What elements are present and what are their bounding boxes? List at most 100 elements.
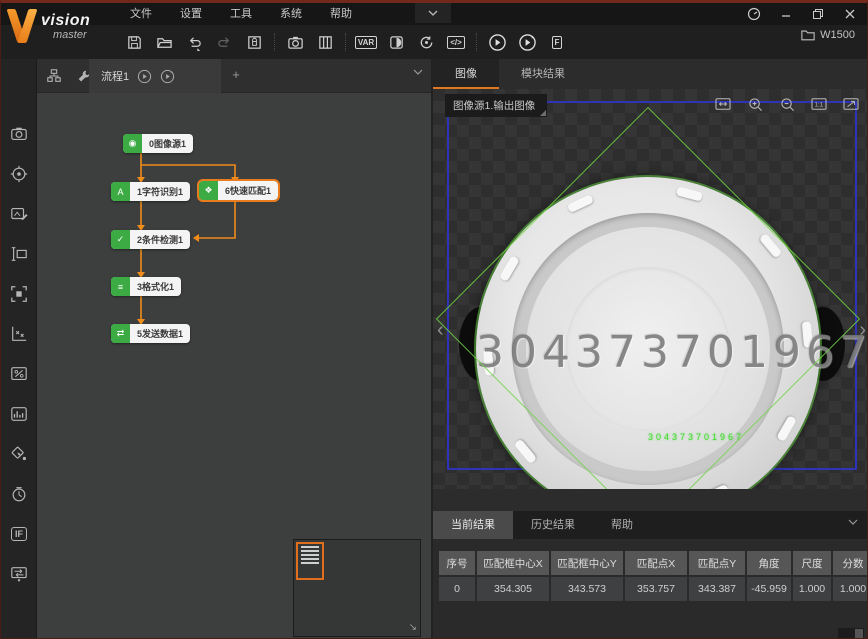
app-logo: vision master [7, 5, 115, 57]
result-table: 序号 匹配框中心X 匹配框中心Y 匹配点X 匹配点Y 角度 尺度 分数 0 35… [439, 551, 868, 603]
tab-help[interactable]: 帮助 [593, 511, 651, 539]
node-image-source[interactable]: ◉ 0图像源1 [123, 134, 193, 153]
image-edit-icon[interactable] [8, 203, 30, 225]
menu-bar: 文件 设置 工具 系统 帮助 [116, 3, 366, 25]
close-icon[interactable] [837, 4, 863, 24]
fit-image-icon[interactable] [712, 94, 734, 114]
window-controls [741, 3, 863, 25]
flow-canvas[interactable]: ◉ 0图像源1 A 1字符识别1 ❖ 6快速匹配1 ✓ 2条件检测1 ≡ 3格式… [37, 93, 431, 639]
redo-icon[interactable] [209, 28, 239, 56]
main-toolbar: VAR </> F [1, 25, 867, 59]
measure-icon[interactable] [8, 243, 30, 265]
minimap-resize-handle[interactable]: ↘ [409, 622, 417, 633]
table-header-row: 序号 匹配框中心X 匹配框中心Y 匹配点X 匹配点Y 角度 尺度 分数 [439, 551, 868, 575]
flow-run-once-icon[interactable] [137, 69, 152, 84]
flow-header: 流程1 + [37, 59, 431, 93]
result-tab-bar: 当前结果 历史结果 帮助 [433, 511, 868, 539]
target-location-icon[interactable] [8, 163, 30, 185]
tab-history-result[interactable]: 历史结果 [513, 511, 593, 539]
table-row[interactable]: 0 354.305 343.573 353.757 343.387 -45.95… [439, 577, 868, 601]
node-fast-match[interactable]: ❖ 6快速匹配1 [199, 181, 278, 200]
logo-line2: master [53, 29, 87, 41]
data-exchange-icon[interactable] [8, 563, 30, 585]
logo-line1: vision [41, 12, 90, 30]
scatter-chart-icon[interactable] [8, 323, 30, 345]
variables-icon[interactable]: VAR [351, 28, 381, 56]
flow-panel: 流程1 + [37, 59, 431, 639]
table-scrollbar[interactable] [838, 628, 864, 639]
add-flow-button[interactable]: + [227, 67, 245, 82]
result-view-panel: 图像 模块结果 图像源1.输出图像 1:1 [431, 59, 868, 639]
image-percent-icon[interactable] [8, 363, 30, 385]
tab-current-result[interactable]: 当前结果 [433, 511, 513, 539]
next-image-icon[interactable]: › [859, 319, 866, 342]
menu-system[interactable]: 系统 [266, 3, 316, 25]
fullscreen-icon[interactable] [840, 94, 862, 114]
image-viewer[interactable]: 图像源1.输出图像 1:1 [433, 89, 868, 489]
result-table-panel: 序号 匹配框中心X 匹配框中心Y 匹配点X 匹配点Y 角度 尺度 分数 0 35… [433, 539, 868, 639]
global-trigger-icon[interactable] [411, 28, 441, 56]
node-fast-match-icon: ❖ [199, 181, 218, 200]
open-icon[interactable] [149, 28, 179, 56]
zoom-out-icon[interactable] [776, 94, 798, 114]
save-project-icon[interactable] [239, 28, 269, 56]
node-image-source-icon: ◉ [123, 134, 142, 153]
title-bar: 文件 设置 工具 系统 帮助 [1, 3, 867, 25]
camera-source-icon[interactable] [8, 123, 30, 145]
workspace-indicator[interactable]: W1500 [801, 29, 855, 41]
menu-help[interactable]: 帮助 [316, 3, 366, 25]
node-char-recognition-icon: A [111, 182, 130, 201]
menu-file[interactable]: 文件 [116, 3, 166, 25]
tab-image[interactable]: 图像 [433, 59, 499, 89]
flow-header-chevron-icon[interactable] [413, 69, 423, 75]
save-icon[interactable] [119, 28, 149, 56]
result-panel-chevron-icon[interactable] [848, 519, 858, 525]
run-continuous-icon[interactable] [512, 28, 542, 56]
flow-run-loop-icon[interactable] [160, 69, 175, 84]
logo-v-icon [9, 9, 39, 49]
node-format[interactable]: ≡ 3格式化1 [111, 277, 181, 296]
node-char-recognition[interactable]: A 1字符识别1 [111, 182, 190, 201]
minimize-icon[interactable] [773, 4, 799, 24]
tab-module-result[interactable]: 模块结果 [499, 59, 587, 89]
fill-tool-icon[interactable] [8, 443, 30, 465]
workspace-folder-icon [801, 29, 815, 41]
histogram-icon[interactable] [8, 403, 30, 425]
viewer-toolbar: 1:1 [712, 94, 862, 114]
if-condition-icon[interactable]: IF [8, 523, 30, 545]
menu-tools[interactable]: 工具 [216, 3, 266, 25]
timer-icon[interactable] [8, 483, 30, 505]
titlebar-dropdown-chevron-icon[interactable] [415, 3, 451, 23]
flow-tab-label: 流程1 [101, 68, 129, 84]
dashboard-icon[interactable] [741, 4, 767, 24]
node-send-data-icon: ⇄ [111, 324, 130, 343]
node-format-icon: ≡ [111, 277, 130, 296]
camera-icon[interactable] [280, 28, 310, 56]
focus-region-icon[interactable] [8, 283, 30, 305]
layout-columns-icon[interactable] [310, 28, 340, 56]
node-condition-check-icon: ✓ [111, 230, 130, 249]
prev-image-icon[interactable]: ‹ [437, 319, 444, 342]
flow-tab-1[interactable]: 流程1 [89, 59, 221, 93]
node-send-data[interactable]: ⇄ 5发送数据1 [111, 324, 190, 343]
run-once-icon[interactable] [482, 28, 512, 56]
node-condition-check[interactable]: ✓ 2条件检测1 [111, 230, 190, 249]
script-icon[interactable]: </> [441, 28, 471, 56]
workspace-label: W1500 [820, 29, 855, 41]
actual-size-icon[interactable]: 1:1 [808, 94, 830, 114]
dropdown-corner-icon [540, 110, 546, 116]
image-tab-bar: 图像 模块结果 [433, 59, 868, 89]
flow-list-icon[interactable] [43, 66, 65, 86]
undo-icon[interactable] [179, 28, 209, 56]
menu-settings[interactable]: 设置 [166, 3, 216, 25]
svg-text:1:1: 1:1 [815, 102, 824, 109]
tool-rail: IF [1, 59, 37, 639]
zoom-in-icon[interactable] [744, 94, 766, 114]
restore-icon[interactable] [805, 4, 831, 24]
image-window-icon[interactable] [381, 28, 411, 56]
image-source-dropdown[interactable]: 图像源1.输出图像 [445, 94, 547, 117]
visionmaster-window: 文件 设置 工具 系统 帮助 vision master [0, 0, 868, 639]
format-f-icon[interactable]: F [542, 28, 572, 56]
minimap-viewport[interactable] [296, 542, 324, 580]
flow-minimap[interactable]: ↘ [293, 539, 421, 637]
